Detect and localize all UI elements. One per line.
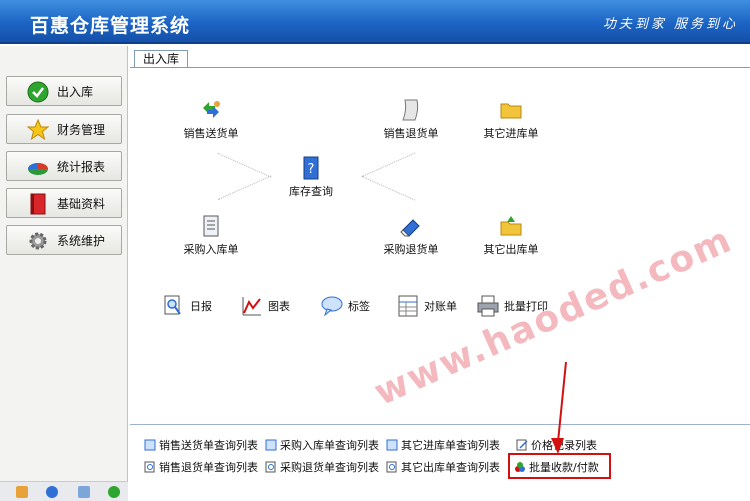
exit-icon[interactable]: [108, 486, 120, 498]
gear-icon: [29, 232, 47, 250]
sidebar-item-label: 统计报表: [57, 159, 106, 174]
app-slogan: 功夫到家 服务到心: [602, 17, 738, 32]
sidebar-item-reports[interactable]: 统计报表: [6, 151, 122, 181]
sidebar-item-system[interactable]: 系统维护: [6, 225, 122, 255]
annotation-arrow: [551, 361, 567, 454]
sidebar-item-label: 系统维护: [57, 233, 106, 248]
sidebar-item-basic-data[interactable]: 基础资料: [6, 188, 122, 218]
pie-chart-icon: [28, 163, 48, 175]
app-title: 百惠仓库管理系统: [30, 15, 191, 37]
star-icon: [27, 119, 49, 141]
main-panel: 出入库 销售送货单 销售退货单 其它进库单 ? 库存查询 采购入库单 采购退货单…: [130, 46, 750, 501]
sidebar-item-label: 财务管理: [57, 122, 106, 137]
sidebar: 出入库 财务管理 统计报表 基础资料 系统维护: [0, 46, 128, 501]
book-icon: [30, 193, 46, 215]
window-icon[interactable]: [78, 486, 90, 498]
help-icon[interactable]: [46, 486, 58, 498]
sidebar-item-stock-in-out[interactable]: 出入库: [6, 76, 122, 106]
edit-icon[interactable]: [16, 486, 28, 498]
sidebar-item-finance[interactable]: 财务管理: [6, 114, 122, 144]
sidebar-item-label: 出入库: [57, 84, 94, 99]
check-circle-icon: [27, 81, 49, 103]
title-bar: 百惠仓库管理系统 功夫到家 服务到心: [0, 0, 750, 44]
sidebar-bottom-bar: [0, 481, 128, 501]
sidebar-item-label: 基础资料: [57, 196, 106, 211]
